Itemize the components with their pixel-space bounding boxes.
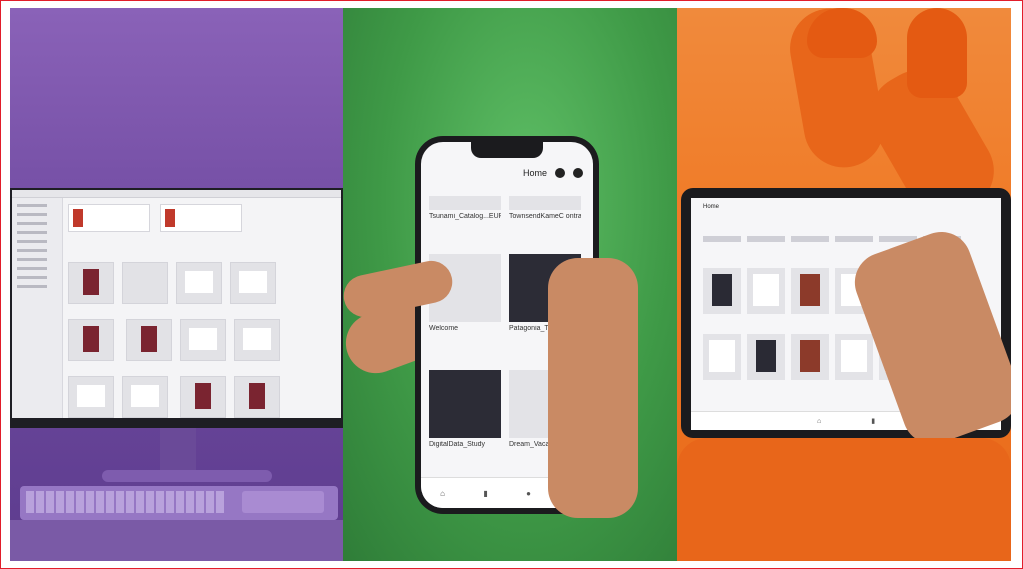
shoe xyxy=(907,8,967,98)
file-thumbnail[interactable] xyxy=(68,319,114,361)
notification-icon[interactable] xyxy=(555,168,565,178)
file-item[interactable]: Tsunami_Catalog...EUPDF xyxy=(429,196,501,220)
file-thumbnail[interactable] xyxy=(230,262,276,304)
keyboard xyxy=(20,486,338,520)
file-thumbnail[interactable] xyxy=(835,334,873,380)
file-thumbnail[interactable] xyxy=(180,376,227,418)
monitor-base xyxy=(102,470,272,482)
file-caption xyxy=(791,236,829,242)
page-title: Home xyxy=(703,204,720,210)
file-thumbnail[interactable] xyxy=(122,376,168,418)
files-icon[interactable]: ▮ xyxy=(483,489,487,498)
file-name: Tsunami_Catalog...EUPDF xyxy=(429,213,501,220)
file-thumbnail[interactable] xyxy=(703,334,741,380)
file-item[interactable]: DigitalData_Study xyxy=(429,370,501,448)
file-thumbnail[interactable] xyxy=(791,268,829,314)
home-icon[interactable]: ⌂ xyxy=(817,418,821,425)
file-thumbnail[interactable] xyxy=(176,262,222,304)
page-title: Home xyxy=(522,168,547,178)
file-thumbnail[interactable] xyxy=(68,376,114,418)
shared-icon[interactable]: ● xyxy=(526,489,531,498)
file-caption xyxy=(747,236,785,242)
tablet-scene: Home ⌂ ▮ xyxy=(677,8,1011,561)
file-grid xyxy=(68,262,335,418)
home-icon[interactable]: ⌂ xyxy=(440,489,445,498)
file-name: DigitalData_Study xyxy=(429,441,486,448)
file-thumbnail xyxy=(429,196,501,210)
orange-chair xyxy=(677,438,1011,561)
desktop-scene xyxy=(10,8,343,561)
file-thumbnail xyxy=(509,196,581,210)
file-thumbnail[interactable] xyxy=(234,319,281,361)
phone-notch xyxy=(471,142,543,158)
file-thumbnail xyxy=(429,370,501,438)
phone-scene: Home Tsunami_Catalog...EUPDF TownsendKam… xyxy=(343,8,677,561)
file-thumbnail[interactable] xyxy=(68,262,114,304)
file-item[interactable]: TownsendKameC ontract...EUPDF xyxy=(509,196,581,220)
sidebar xyxy=(12,198,63,418)
file-caption xyxy=(835,236,873,242)
monitor-stand xyxy=(160,428,196,472)
keyboard-keys xyxy=(26,491,224,513)
desktop-monitor xyxy=(10,188,343,428)
shoe xyxy=(807,8,877,58)
file-thumbnail[interactable] xyxy=(126,319,173,361)
right-hand xyxy=(548,258,638,518)
desktop-main xyxy=(68,204,335,418)
window-titlebar xyxy=(12,190,341,198)
file-thumbnail[interactable] xyxy=(703,268,741,314)
recent-card[interactable] xyxy=(160,204,243,232)
files-icon[interactable]: ▮ xyxy=(871,417,875,425)
file-thumbnail[interactable] xyxy=(747,268,785,314)
phone-header: Home xyxy=(523,168,583,178)
trackpad xyxy=(242,491,324,513)
file-name: TownsendKameC ontract...EUPDF xyxy=(509,213,581,220)
file-thumbnail[interactable] xyxy=(791,334,829,380)
profile-icon[interactable] xyxy=(573,168,583,178)
desktop-screen xyxy=(12,190,341,418)
file-thumbnail[interactable] xyxy=(234,376,281,418)
file-thumbnail[interactable] xyxy=(180,319,227,361)
file-thumbnail[interactable] xyxy=(122,262,168,304)
file-thumbnail[interactable] xyxy=(747,334,785,380)
recent-card[interactable] xyxy=(68,204,150,232)
file-name: Welcome xyxy=(429,325,459,332)
desk xyxy=(10,520,343,561)
file-caption xyxy=(703,236,741,242)
